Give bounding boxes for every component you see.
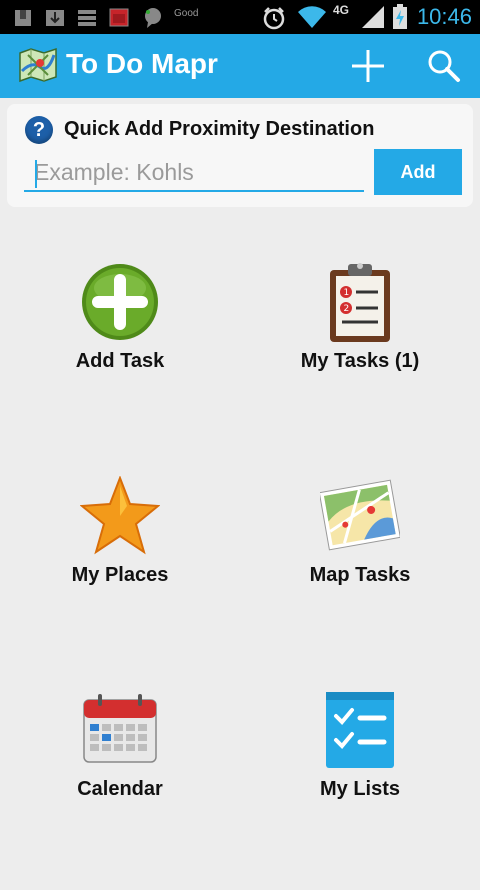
tile-map-tasks[interactable]: Map Tasks	[240, 476, 480, 676]
clipboard-icon: 1 2	[330, 263, 390, 342]
text-cursor	[35, 160, 37, 188]
network-type: 4G	[333, 3, 350, 17]
map-icon	[320, 479, 400, 551]
notification-text: Good	[174, 8, 199, 19]
tile-my-lists[interactable]: My Lists	[240, 690, 480, 890]
shield-icon	[15, 10, 31, 26]
app-title: To Do Mapr	[66, 48, 218, 79]
calendar-icon	[83, 694, 157, 763]
quick-add-title: Quick Add Proximity Destination	[64, 118, 375, 140]
tile-label: My Places	[71, 564, 169, 586]
search-icon[interactable]	[424, 46, 464, 86]
add-circle-icon	[82, 264, 158, 340]
svg-text:1: 1	[344, 288, 350, 298]
clock: 10:46	[416, 4, 472, 29]
menu-list-icon	[78, 10, 96, 26]
download-icon	[46, 10, 64, 26]
wifi-icon	[298, 6, 326, 29]
signal-icon	[362, 6, 384, 28]
tile-label: Calendar	[77, 778, 163, 800]
alarm-icon	[263, 7, 285, 30]
battery-icon	[393, 4, 407, 29]
checklist-icon	[326, 692, 394, 768]
destination-input[interactable]	[24, 154, 364, 192]
tile-add-task[interactable]: Add Task	[0, 262, 240, 462]
app-logo-icon[interactable]	[18, 47, 58, 83]
tile-label: Map Tasks	[309, 564, 411, 586]
tile-label: My Lists	[319, 778, 401, 800]
plus-icon[interactable]	[348, 46, 388, 86]
tile-my-places[interactable]: My Places	[0, 476, 240, 676]
add-button[interactable]: Add	[374, 149, 462, 195]
star-icon	[80, 476, 160, 555]
tile-calendar[interactable]: Calendar	[0, 690, 240, 890]
svg-text:2: 2	[344, 304, 350, 314]
help-icon[interactable]: ?	[25, 116, 53, 144]
chat-icon	[145, 8, 161, 28]
action-bar: To Do Mapr	[0, 34, 480, 98]
tile-my-tasks[interactable]: 1 2 My Tasks (1)	[240, 262, 480, 462]
quick-add-card: ? Quick Add Proximity Destination Add	[7, 104, 473, 207]
status-bar: Good 4G 10:46	[0, 0, 480, 34]
tile-label: My Tasks (1)	[300, 350, 420, 372]
calendar-icon	[109, 8, 129, 27]
tile-label: Add Task	[75, 350, 165, 372]
